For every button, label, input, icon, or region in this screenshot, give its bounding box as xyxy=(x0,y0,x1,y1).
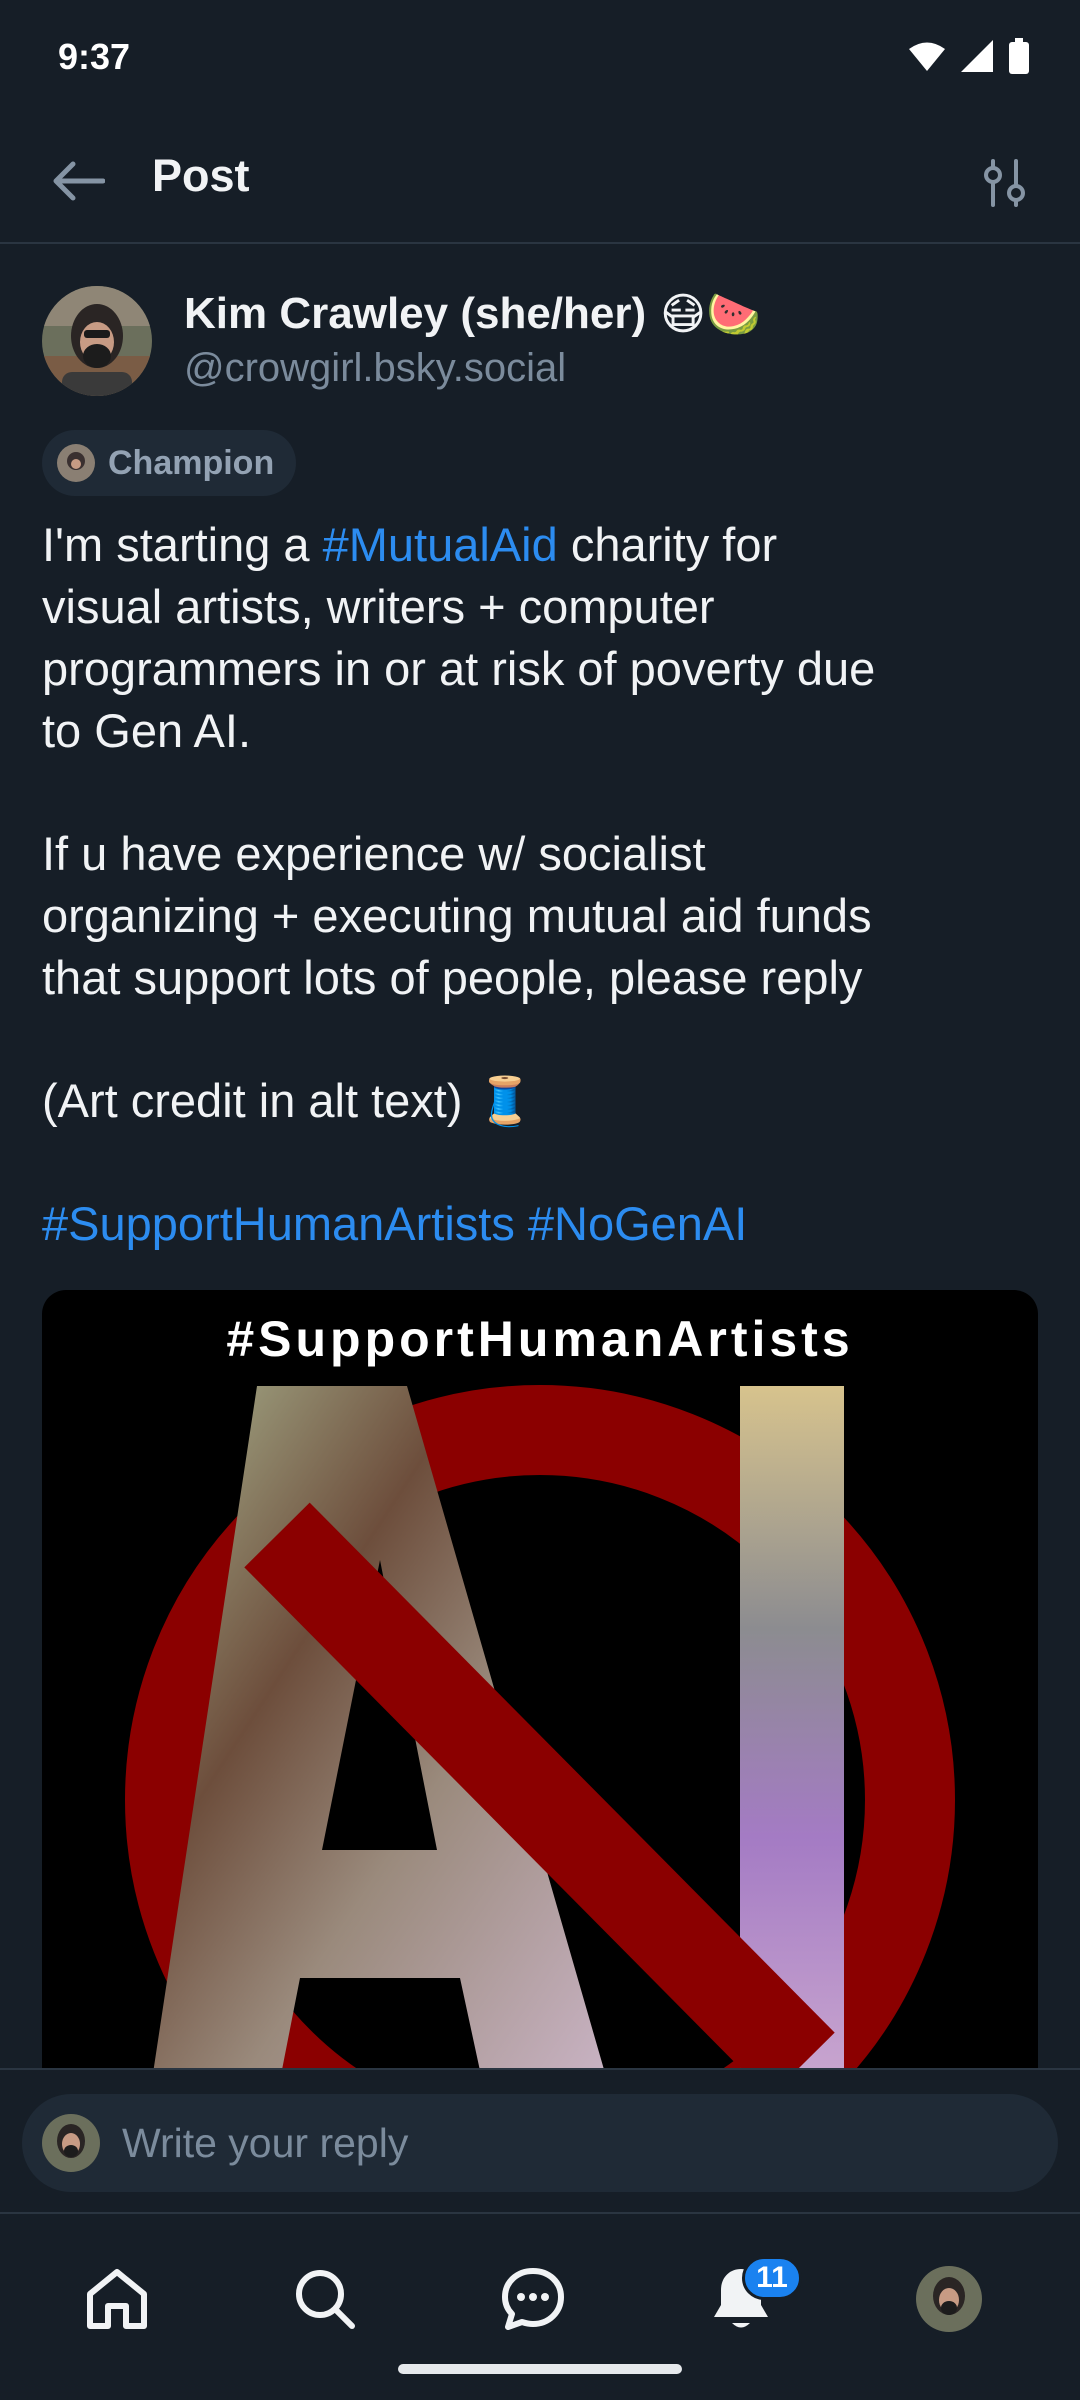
post-line: visual artists, writers + computer xyxy=(42,580,715,633)
reply-placeholder: Write your reply xyxy=(122,2120,409,2166)
author-handle[interactable]: @crowgirl.bsky.social xyxy=(184,346,566,391)
my-avatar xyxy=(42,2114,100,2172)
post-text-segment: charity for xyxy=(557,518,778,571)
post-line: that support lots of people, please repl… xyxy=(42,951,863,1004)
search-icon xyxy=(296,2270,355,2329)
post-text: I'm starting a #MutualAid charity for vi… xyxy=(42,514,1042,1255)
badge-label: Champion xyxy=(108,443,275,482)
back-arrow-icon xyxy=(53,161,105,201)
nav-profile[interactable] xyxy=(904,2254,994,2344)
author-avatar[interactable] xyxy=(42,286,152,396)
post-line: If u have experience w/ socialist xyxy=(42,827,706,880)
nav-search[interactable] xyxy=(280,2254,370,2344)
post-line: #SupportHumanArtists #NoGenAI xyxy=(42,1193,1042,1255)
profile-avatar xyxy=(916,2266,982,2332)
back-button[interactable] xyxy=(46,148,112,214)
wifi-icon xyxy=(909,42,945,71)
page-title: Post xyxy=(152,150,250,201)
badge-avatar-icon xyxy=(57,444,95,482)
champion-badge[interactable]: Champion xyxy=(42,430,297,496)
nav-home[interactable] xyxy=(72,2254,162,2344)
post-image[interactable]: #SupportHumanArtists xyxy=(42,1290,1038,2080)
author-name[interactable]: Kim Crawley (she/her) 😷🍉 xyxy=(184,288,761,340)
home-icon xyxy=(87,2269,147,2329)
notification-count-badge: 11 xyxy=(742,2256,802,2300)
nav-chat[interactable] xyxy=(488,2254,578,2344)
status-bar: 9:37 xyxy=(0,0,1080,118)
reply-area: Write your reply xyxy=(0,2068,1080,2212)
sliders-icon xyxy=(984,159,1025,207)
no-ai-graphic xyxy=(125,1385,955,2080)
status-time: 9:37 xyxy=(58,36,131,77)
signal-icon xyxy=(961,40,993,72)
status-icons xyxy=(908,38,1030,74)
hashtag-nogenai[interactable]: #NoGenAI xyxy=(528,1197,747,1250)
post-line: organizing + executing mutual aid funds xyxy=(42,889,872,942)
hashtag-supporthumanartists[interactable]: #SupportHumanArtists xyxy=(42,1197,515,1250)
post-header: Post xyxy=(0,118,1080,244)
hashtag-mutualaid[interactable]: #MutualAid xyxy=(323,518,558,571)
home-indicator[interactable] xyxy=(398,2364,682,2374)
author-emojis: 😷🍉 xyxy=(660,290,761,339)
post-line: I'm starting a #MutualAid charity for xyxy=(42,514,1042,576)
thread-settings-button[interactable] xyxy=(970,148,1040,218)
battery-icon xyxy=(1009,38,1029,74)
post-line: programmers in or at risk of poverty due xyxy=(42,642,876,695)
post-line: (Art credit in alt text) 🧵 xyxy=(42,1074,535,1127)
screen: 9:37 Post Kim Crawley (she/her) 😷🍉 @crow… xyxy=(0,0,1080,2400)
post-text-segment: I'm starting a xyxy=(42,518,323,571)
chat-icon xyxy=(502,2268,564,2330)
nav-notifications[interactable]: 11 xyxy=(696,2254,802,2344)
post-line: to Gen AI. xyxy=(42,704,252,757)
reply-input[interactable]: Write your reply xyxy=(22,2094,1058,2192)
author-name-text: Kim Crawley (she/her) xyxy=(184,289,647,338)
